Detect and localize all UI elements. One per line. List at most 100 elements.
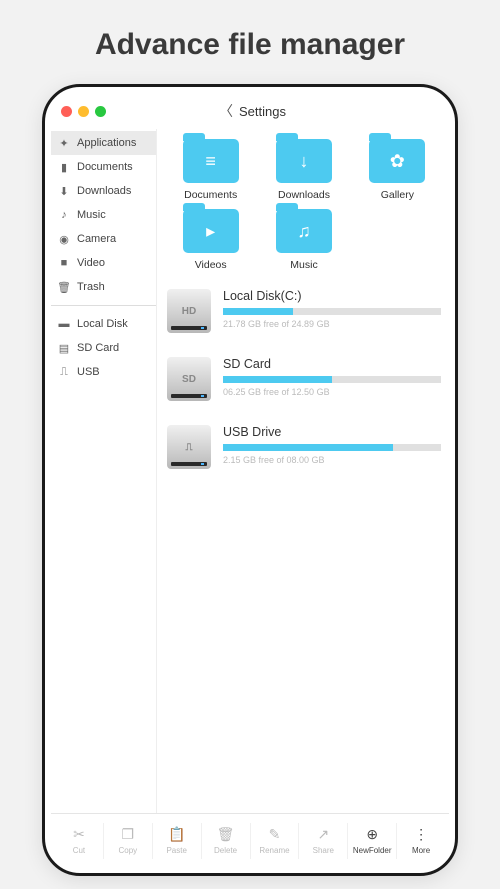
folder-icon: ≡ [183, 139, 239, 183]
disk-free-text: 2.15 GB free of 08.00 GB [223, 455, 441, 465]
delete-button[interactable]: 🗑 Delete [202, 823, 251, 859]
video-icon: ■ [58, 257, 70, 269]
tb-label: Cut [73, 846, 85, 855]
copy-button[interactable]: ❐ Copy [104, 823, 153, 859]
more-button[interactable]: ⋮ More [397, 823, 445, 859]
newfolder-button[interactable]: ⊕ NewFolder [348, 823, 397, 859]
doc-lines-icon: ≡ [205, 151, 216, 172]
tb-label: Share [313, 846, 334, 855]
sidebar-label: Downloads [77, 185, 131, 197]
share-icon: ↗ [315, 827, 331, 843]
sidebar-item-documents[interactable]: ▮ Documents [51, 155, 156, 179]
cut-icon: ✂ [71, 827, 87, 843]
disk-usage-bar [223, 308, 441, 315]
download-icon: ⬇ [58, 185, 70, 197]
apps-icon: ✦ [58, 137, 70, 149]
trash-icon: 🗑 [58, 281, 70, 293]
sidebar-item-video[interactable]: ■ Video [51, 251, 156, 275]
folder-documents[interactable]: ≡ Documents [167, 139, 254, 201]
newfolder-icon: ⊕ [364, 827, 380, 843]
delete-icon: 🗑 [218, 827, 234, 843]
sidebar-item-sd-card[interactable]: ▤ SD Card [51, 336, 156, 360]
rename-button[interactable]: ✎ Rename [251, 823, 300, 859]
paste-button[interactable]: 📋 Paste [153, 823, 202, 859]
folder-label: Downloads [260, 189, 347, 201]
sidebar-divider [51, 305, 156, 306]
paste-icon: 📋 [169, 827, 185, 843]
sidebar-item-trash[interactable]: 🗑 Trash [51, 275, 156, 299]
folder-videos[interactable]: ▸ Videos [167, 209, 254, 271]
sidebar-label: Documents [77, 161, 133, 173]
tb-label: Paste [166, 846, 186, 855]
folder-icon: ↓ [276, 139, 332, 183]
main-content: ≡ Documents ↓ Downloads ✿ Gallery ▸ Vide… [157, 129, 449, 813]
app-window: 〈 Settings ✦ Applications ▮ Documents ⬇ … [51, 93, 449, 867]
folder-gallery[interactable]: ✿ Gallery [354, 139, 441, 201]
folder-icon: ▸ [183, 209, 239, 253]
sidebar-label: USB [77, 366, 100, 378]
usb-drive-icon: ⎍ [167, 425, 211, 469]
share-button[interactable]: ↗ Share [299, 823, 348, 859]
tb-label: Delete [214, 846, 237, 855]
sidebar-item-applications[interactable]: ✦ Applications [51, 131, 156, 155]
folder-downloads[interactable]: ↓ Downloads [260, 139, 347, 201]
header-title: Settings [239, 104, 286, 119]
sd-icon: ▤ [58, 342, 70, 354]
sidebar-label: SD Card [77, 342, 119, 354]
doc-icon: ▮ [58, 161, 70, 173]
folder-icon: ✿ [369, 139, 425, 183]
sidebar-item-usb[interactable]: ⎍ USB [51, 360, 156, 384]
tb-label: NewFolder [353, 846, 392, 855]
disk-list: HD Local Disk(C:) 21.78 GB free of 24.89… [167, 289, 441, 469]
folder-label: Documents [167, 189, 254, 201]
flower-icon: ✿ [390, 151, 405, 172]
sidebar-label: Camera [77, 233, 116, 245]
more-icon: ⋮ [413, 827, 429, 843]
disk-usage-bar [223, 376, 441, 383]
download-arrow-icon: ↓ [299, 151, 308, 172]
disk-usage-bar [223, 444, 441, 451]
folder-label: Gallery [354, 189, 441, 201]
sidebar-label: Local Disk [77, 318, 128, 330]
folder-icon: ♫ [276, 209, 332, 253]
disk-name: SD Card [223, 357, 441, 371]
disk-sd[interactable]: SD SD Card 06.25 GB free of 12.50 GB [167, 357, 441, 401]
cut-button[interactable]: ✂ Cut [55, 823, 104, 859]
tb-label: Copy [118, 846, 137, 855]
sidebar-label: Video [77, 257, 105, 269]
disk-icon: ▬ [58, 318, 70, 330]
folder-music[interactable]: ♫ Music [260, 209, 347, 271]
disk-name: USB Drive [223, 425, 441, 439]
sidebar-item-music[interactable]: ♪ Music [51, 203, 156, 227]
tb-label: More [412, 846, 430, 855]
sidebar-label: Trash [77, 281, 105, 293]
play-icon: ▸ [206, 221, 215, 242]
disk-free-text: 21.78 GB free of 24.89 GB [223, 319, 441, 329]
back-icon[interactable]: 〈 [219, 101, 233, 121]
copy-icon: ❐ [120, 827, 136, 843]
disk-usb[interactable]: ⎍ USB Drive 2.15 GB free of 08.00 GB [167, 425, 441, 469]
sidebar-item-camera[interactable]: ◉ Camera [51, 227, 156, 251]
rename-icon: ✎ [266, 827, 282, 843]
usb-icon: ⎍ [58, 366, 70, 378]
phone-frame: 〈 Settings ✦ Applications ▮ Documents ⬇ … [42, 84, 458, 876]
folder-label: Videos [167, 259, 254, 271]
folder-grid: ≡ Documents ↓ Downloads ✿ Gallery ▸ Vide… [167, 139, 441, 271]
disk-free-text: 06.25 GB free of 12.50 GB [223, 387, 441, 397]
sidebar-item-local-disk[interactable]: ▬ Local Disk [51, 312, 156, 336]
disk-local[interactable]: HD Local Disk(C:) 21.78 GB free of 24.89… [167, 289, 441, 333]
tb-label: Rename [259, 846, 289, 855]
sidebar-label: Music [77, 209, 106, 221]
folder-label: Music [260, 259, 347, 271]
hd-drive-icon: HD [167, 289, 211, 333]
note-icon: ♫ [297, 221, 311, 242]
bottom-toolbar: ✂ Cut ❐ Copy 📋 Paste 🗑 Delete ✎ Rename ↗… [51, 813, 449, 867]
music-icon: ♪ [58, 209, 70, 221]
sidebar: ✦ Applications ▮ Documents ⬇ Downloads ♪… [51, 129, 157, 813]
sidebar-item-downloads[interactable]: ⬇ Downloads [51, 179, 156, 203]
disk-name: Local Disk(C:) [223, 289, 441, 303]
camera-icon: ◉ [58, 233, 70, 245]
titlebar: 〈 Settings [51, 93, 449, 129]
sidebar-label: Applications [77, 137, 136, 149]
sd-drive-icon: SD [167, 357, 211, 401]
